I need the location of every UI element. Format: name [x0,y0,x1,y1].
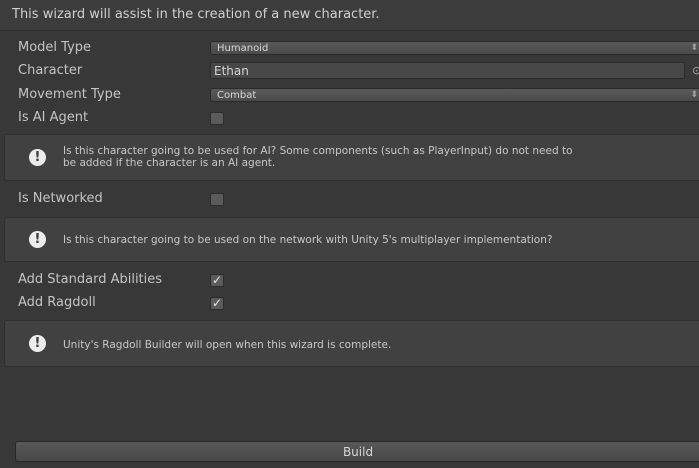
add-ragdoll-checkbox[interactable]: ✓ [210,296,224,310]
character-row: Character Ethan ⊙ [0,60,699,82]
is-ai-agent-label: Is AI Agent [18,110,89,125]
networked-help-box: ! Is this character going to be used on … [4,217,699,262]
model-type-dropdown[interactable]: Humanoid ⬍ [210,41,699,55]
character-label: Character [18,63,83,78]
checkmark-icon: ✓ [212,296,223,310]
dropdown-arrow-icon: ⬍ [690,43,698,53]
model-type-value: Humanoid [217,43,269,54]
add-ragdoll-row: Add Ragdoll ✓ [0,292,699,314]
model-type-label: Model Type [18,40,92,55]
info-icon: ! [29,231,46,248]
is-ai-agent-row: Is AI Agent [0,107,699,129]
network-help-text: Is this character going to be used on th… [63,234,553,246]
object-picker-icon[interactable]: ⊙ [692,63,699,79]
add-standard-abilities-label: Add Standard Abilities [18,272,163,287]
is-ai-agent-checkbox[interactable] [210,112,224,125]
is-networked-row: Is Networked [0,188,699,210]
add-standard-abilities-checkbox[interactable]: ✓ [210,273,224,287]
info-icon: ! [29,149,46,166]
character-object-field[interactable]: Ethan [210,62,685,79]
build-button-label: Build [342,445,374,459]
ai-help-line-2: be added if the character is an AI agent… [63,157,276,169]
info-icon: ! [29,335,46,352]
is-networked-checkbox[interactable] [210,193,224,206]
movement-type-dropdown[interactable]: Combat ⬍ [210,88,699,102]
character-value: Ethan [214,64,249,78]
ragdoll-help-box: ! Unity's Ragdoll Builder will open when… [4,320,699,367]
dropdown-arrow-icon: ⬍ [690,90,698,100]
movement-type-row: Movement Type Combat ⬍ [0,84,699,106]
wizard-header: This wizard will assist in the creation … [0,0,699,31]
is-networked-label: Is Networked [18,191,103,206]
ai-agent-help-box: ! Is this character going to be used for… [4,134,699,181]
add-standard-abilities-row: Add Standard Abilities ✓ [0,269,699,291]
model-type-row: Model Type Humanoid ⬍ [0,37,699,59]
add-ragdoll-label: Add Ragdoll [18,295,96,310]
ragdoll-help-text: Unity's Ragdoll Builder will open when t… [63,339,392,351]
wizard-description: This wizard will assist in the creation … [12,7,380,22]
checkmark-icon: ✓ [212,273,223,287]
movement-type-label: Movement Type [18,87,121,102]
build-button[interactable]: Build [15,441,699,462]
ai-help-line-1: Is this character going to be used for A… [63,145,573,157]
movement-type-value: Combat [217,90,257,101]
